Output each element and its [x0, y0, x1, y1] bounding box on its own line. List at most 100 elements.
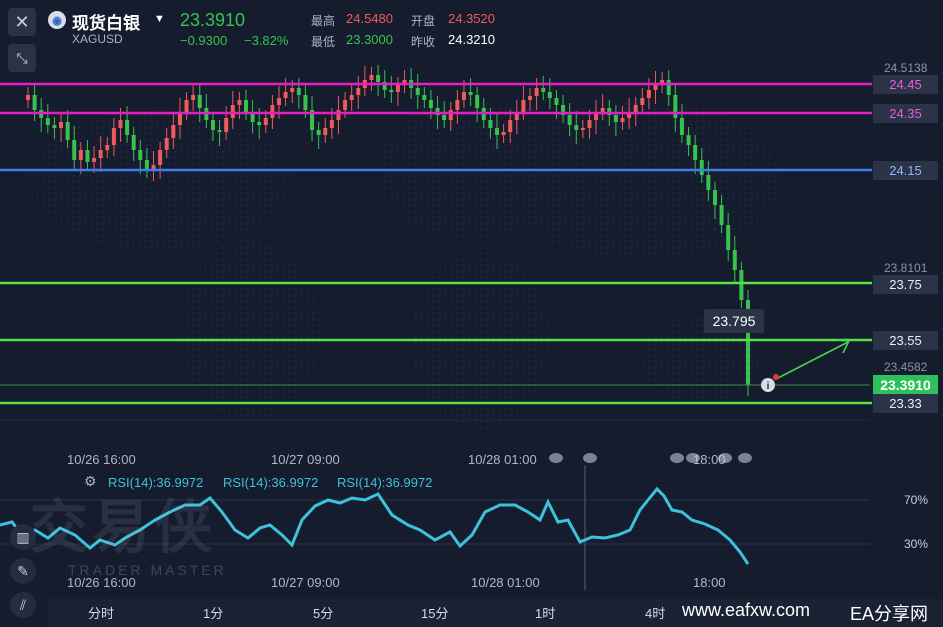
axis-price-mid: 23.8101 [884, 261, 928, 275]
price-change: −0.9300 [180, 33, 228, 48]
instrument-name[interactable]: 现货白银 [72, 9, 140, 34]
candle-body [528, 96, 533, 100]
candle-body [131, 135, 136, 150]
candle-body [712, 190, 717, 205]
chart-icon: ⫽ [19, 596, 27, 613]
candle-body [554, 98, 559, 105]
open-value: 24.3520 [448, 11, 495, 26]
candle-body [343, 100, 348, 110]
candle-body [633, 105, 638, 112]
candle-body [369, 75, 374, 80]
bars-icon: ▥ [16, 528, 30, 545]
candle-body [283, 92, 288, 98]
timeframe-5m[interactable]: 5分 [313, 603, 333, 622]
candle-body [323, 128, 328, 135]
axis-price-low: 23.4582 [884, 360, 928, 374]
timeframe-1h[interactable]: 1时 [535, 603, 555, 622]
candle-body [349, 95, 354, 100]
candle-body [448, 110, 453, 120]
candle-body [541, 88, 546, 92]
instrument-dropdown-icon[interactable]: ▼ [154, 13, 165, 25]
event-dot[interactable] [549, 453, 563, 463]
watermark-logo: 交易侠 [30, 495, 217, 560]
level-label-24-15: 24.15 [873, 161, 938, 180]
price-tooltip: 23.795 [704, 309, 764, 333]
time-label-3: 10/28 01:00 [468, 452, 537, 467]
candle-body [144, 160, 149, 170]
rsi-label-1: RSI(14):36.9972 [108, 475, 204, 490]
pencil-icon: ✎ [17, 562, 29, 579]
candle-body [679, 118, 684, 135]
candle-body [303, 95, 308, 110]
expand-icon: ⤡ [16, 49, 28, 66]
candle-body [587, 120, 592, 128]
candle-body [508, 120, 513, 132]
price-levels [0, 82, 872, 405]
candle-body [336, 110, 341, 120]
rsi-label-3: RSI(14):36.9972 [337, 475, 433, 490]
candle-body [184, 100, 189, 112]
candle-body [72, 140, 77, 160]
candle-body [98, 150, 103, 158]
candle-body [428, 100, 433, 108]
candles [26, 65, 750, 396]
candle-body [59, 122, 64, 128]
candle-body [197, 95, 202, 108]
timeframe-15m[interactable]: 15分 [421, 603, 448, 622]
candle-body [296, 88, 301, 95]
candle-body [158, 150, 163, 165]
silver-logo-icon: ◉ [48, 11, 66, 29]
draw-tool-button[interactable]: ✎ [10, 558, 36, 584]
rsi-level-70: 70% [904, 493, 929, 507]
candle-body [395, 85, 400, 92]
candle-body [224, 118, 229, 132]
candle-body [230, 105, 235, 118]
event-dot[interactable] [670, 453, 684, 463]
candle-body [138, 150, 143, 160]
candle-body [316, 130, 321, 135]
high-value: 24.5480 [346, 11, 393, 26]
candle-body [442, 115, 447, 120]
last-price: 23.3910 [180, 10, 246, 30]
candle-body [686, 135, 691, 145]
expand-button[interactable]: ⤡ [8, 44, 36, 72]
rsi-settings-icon[interactable]: ⚙ [84, 473, 97, 490]
timeframe-tick[interactable]: 分时 [88, 603, 114, 622]
indicator-tool-button[interactable]: ▥ [10, 524, 36, 550]
candle-body [210, 120, 215, 130]
candle-body [415, 88, 420, 95]
candle-body [217, 130, 222, 132]
candle-body [468, 92, 473, 95]
event-dot[interactable] [738, 453, 752, 463]
rsi-time-label-4: 18:00 [693, 575, 726, 590]
prev-close-value: 24.3210 [448, 32, 495, 47]
high-label: 最高 [311, 14, 336, 28]
candle-body [52, 125, 57, 128]
candle-body [105, 145, 110, 150]
time-label-2: 10/27 09:00 [271, 452, 340, 467]
candle-body [521, 100, 526, 112]
candle-body [475, 95, 480, 108]
candle-body [263, 118, 268, 125]
timeframe-4h[interactable]: 4时 [645, 603, 665, 622]
candle-body [26, 95, 30, 100]
trading-chart-window: i 交易侠 TRADER MASTER ✕ ⤡ ◉ 现货白银 ▼ XAGUSD … [0, 0, 943, 627]
candle-body [699, 160, 704, 175]
timeframe-1m[interactable]: 1分 [203, 603, 223, 622]
candle-body [673, 95, 678, 118]
candle-body [171, 125, 176, 138]
info-icon-glyph: i [767, 381, 770, 392]
alert-dot [773, 374, 779, 380]
event-dot[interactable] [718, 453, 732, 463]
candle-body [494, 128, 499, 135]
candle-body [501, 132, 506, 135]
candle-body [574, 125, 579, 130]
axis-price-top: 24.5138 [884, 61, 928, 75]
event-dot[interactable] [583, 453, 597, 463]
candle-body [653, 85, 658, 90]
candle-body [389, 90, 394, 92]
close-button[interactable]: ✕ [8, 8, 36, 36]
event-dot[interactable] [686, 453, 700, 463]
analysis-tool-button[interactable]: ⫽ [10, 592, 36, 618]
candle-body [111, 128, 116, 145]
